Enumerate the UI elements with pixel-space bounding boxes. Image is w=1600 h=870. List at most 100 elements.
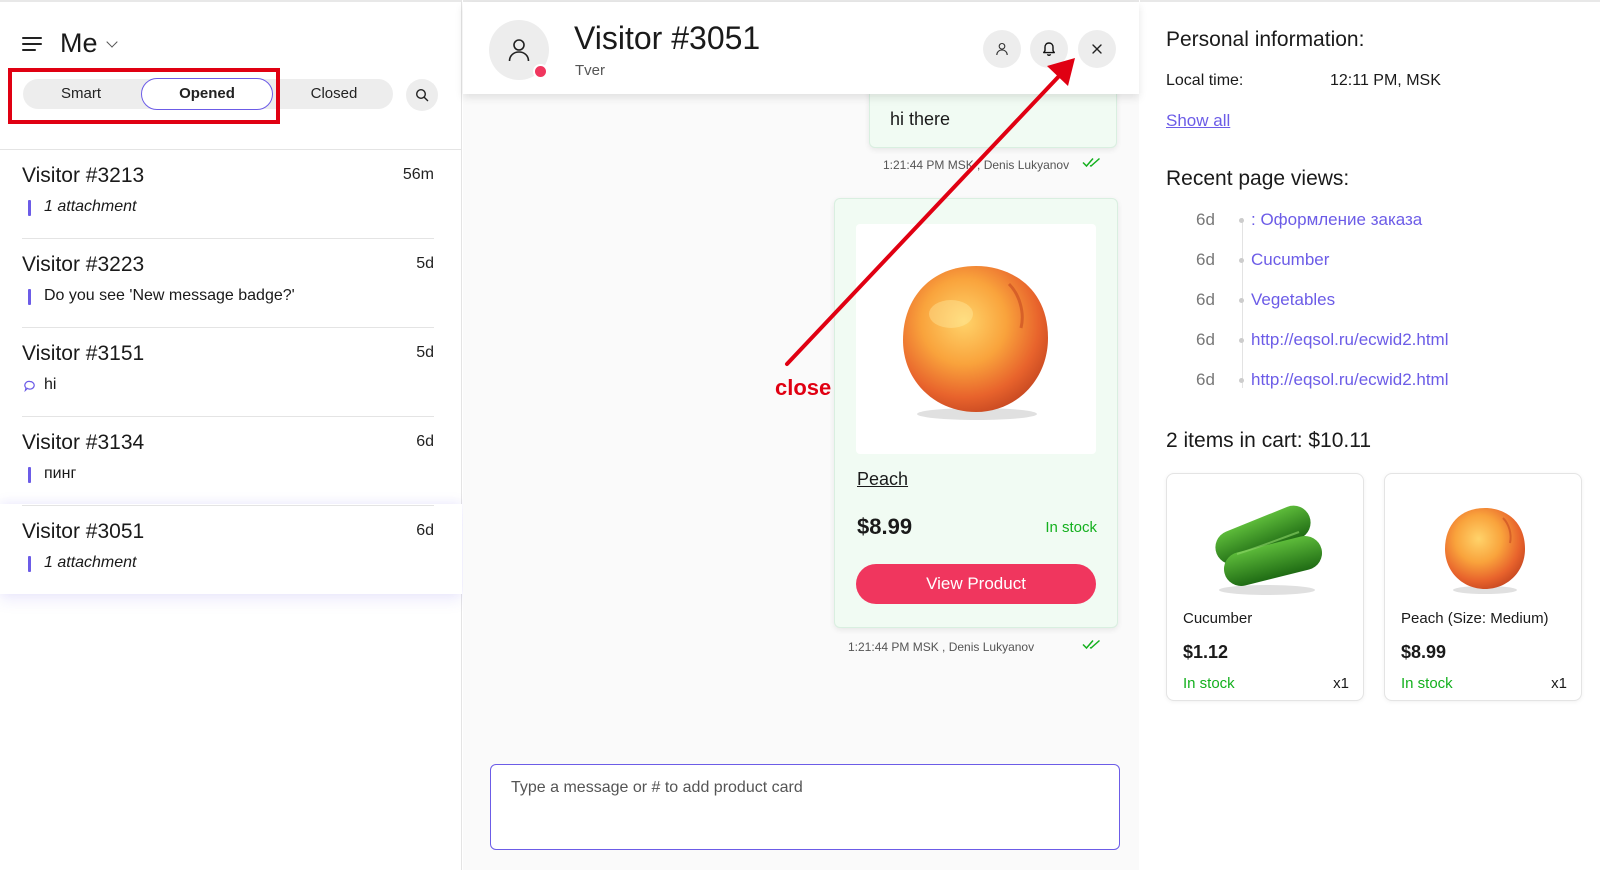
cart-item-card[interactable]: Peach (Size: Medium) $8.99 In stock x1 (1384, 473, 1582, 701)
conversation-item[interactable]: Visitor #3151 5d hi (22, 328, 434, 417)
conversation-item-selected[interactable]: Visitor #3051 6d 1 attachment (22, 506, 434, 595)
timeline-dot (1239, 258, 1244, 263)
sidebar-header: Me (22, 28, 118, 59)
message-composer[interactable] (490, 764, 1120, 850)
annotation-label: close (775, 375, 832, 400)
conversation-time: 6d (416, 433, 434, 450)
page-view-age: 6d (1196, 370, 1215, 389)
conversation-preview: Do you see 'New message badge?' (44, 287, 295, 304)
conversation-title: Visitor #3213 (22, 164, 145, 187)
cart-item-name: Cucumber (1183, 610, 1253, 627)
chevron-down-icon (105, 35, 118, 48)
cart-item-quantity: x1 (1333, 675, 1349, 692)
hamburger-menu-icon[interactable] (22, 36, 42, 52)
local-time-value: 12:11 PM, MSK (1330, 72, 1441, 89)
chat-panel: Visitor #3051 Tver hi there 1:21:44 PM M… (463, 0, 1139, 870)
close-icon (1092, 44, 1102, 54)
timeline-dot (1239, 338, 1244, 343)
bell-icon (1043, 42, 1055, 57)
page-view-age: 6d (1196, 330, 1215, 349)
message-input[interactable] (511, 779, 1099, 797)
visitor-profile-button[interactable] (983, 30, 1021, 68)
search-icon (415, 88, 429, 102)
stock-status: In stock (1183, 675, 1235, 692)
message-text: hi there (890, 109, 951, 129)
page-view-link[interactable]: http://eqsol.ru/ecwid2.html (1251, 370, 1448, 390)
visitor-location: Tver (575, 62, 605, 79)
owner-label: Me (60, 28, 98, 58)
cart-item-quantity: x1 (1551, 675, 1567, 692)
cart-item-card[interactable]: Cucumber $1.12 In stock x1 (1166, 473, 1364, 701)
conversation-title: Visitor #3134 (22, 431, 145, 454)
double-check-icon (1082, 639, 1100, 650)
view-product-button[interactable]: View Product (856, 564, 1096, 604)
page-view-age: 6d (1196, 290, 1215, 309)
page-view-link[interactable]: Cucumber (1251, 250, 1329, 270)
conversation-item[interactable]: Visitor #3134 6d пинг (22, 417, 434, 506)
show-all-link[interactable]: Show all (1166, 111, 1230, 131)
product-image (1187, 488, 1347, 608)
owner-dropdown[interactable]: Me (60, 28, 118, 59)
message-meta: 1:21:44 PM MSK , Denis Lukyanov (848, 640, 1035, 654)
conversation-preview: 1 attachment (44, 554, 137, 571)
conversation-title: Visitor #3151 (22, 342, 145, 365)
conversation-item[interactable]: Visitor #3213 56m 1 attachment (22, 150, 434, 239)
timeline-dot (1239, 298, 1244, 303)
conversation-sidebar: Me Smart Opened Closed Visitor #3213 56m… (0, 0, 462, 870)
product-image (856, 224, 1096, 454)
local-time-label: Local time: (1166, 72, 1244, 89)
product-card-message: Peach $8.99 In stock View Product (834, 198, 1118, 628)
double-check-icon (1082, 157, 1100, 168)
timeline-dot (1239, 218, 1244, 223)
cucumber-image (1215, 505, 1323, 595)
notifications-button[interactable] (1030, 30, 1068, 68)
page-view-link[interactable]: http://eqsol.ru/ecwid2.html (1251, 330, 1448, 350)
cart-item-name: Peach (Size: Medium) (1401, 610, 1549, 627)
message-marker (28, 467, 31, 483)
conversation-time: 5d (416, 255, 434, 272)
timeline-line (1242, 218, 1243, 388)
cart-item-price: $1.12 (1183, 642, 1229, 662)
page-views-title: Recent page views: (1166, 167, 1350, 190)
conversation-time: 5d (416, 344, 434, 361)
stock-status: In stock (1045, 519, 1097, 536)
tab-closed[interactable]: Closed (275, 79, 393, 109)
close-conversation-button[interactable] (1078, 30, 1116, 68)
message-marker (28, 289, 31, 305)
cart-item-price: $8.99 (1401, 642, 1447, 662)
user-icon (508, 39, 530, 62)
message-meta: 1:21:44 PM MSK , Denis Lukyanov (883, 158, 1070, 172)
user-icon (996, 42, 1008, 56)
product-image (1405, 488, 1565, 608)
chat-header: Visitor #3051 Tver (463, 2, 1139, 94)
page-title: Visitor #3051 (574, 20, 761, 56)
product-price: $8.99 (857, 514, 913, 539)
peach-image (903, 266, 1048, 420)
cart-title: 2 items in cart: $10.11 (1166, 429, 1372, 452)
message-marker (28, 200, 31, 216)
conversation-item[interactable]: Visitor #3223 5d Do you see 'New message… (22, 239, 434, 328)
chat-bubble-icon (24, 380, 35, 392)
annotation-highlight-box (8, 68, 280, 124)
visitor-info-panel: Personal information: Local time: 12:11 … (1140, 0, 1600, 870)
page-view-age: 6d (1196, 210, 1215, 229)
conversation-title: Visitor #3223 (22, 253, 145, 276)
page-view-link[interactable]: : Оформление заказа (1251, 210, 1422, 230)
page-view-age: 6d (1196, 250, 1215, 269)
conversation-title: Visitor #3051 (22, 520, 145, 543)
product-name-link[interactable]: Peach (857, 469, 908, 490)
message-marker (28, 556, 31, 572)
conversation-preview: пинг (44, 465, 77, 482)
search-button[interactable] (406, 79, 438, 111)
peach-image (1445, 508, 1525, 594)
conversation-list: Visitor #3213 56m 1 attachment Visitor #… (0, 149, 462, 595)
timeline-dot (1239, 378, 1244, 383)
stock-status: In stock (1401, 675, 1453, 692)
conversation-preview: hi (44, 376, 57, 393)
page-view-link[interactable]: Vegetables (1251, 290, 1335, 310)
personal-info-title: Personal information: (1166, 28, 1365, 51)
status-dot (533, 64, 548, 79)
conversation-time: 6d (416, 522, 434, 539)
conversation-time: 56m (402, 166, 434, 183)
conversation-preview: 1 attachment (44, 198, 137, 215)
